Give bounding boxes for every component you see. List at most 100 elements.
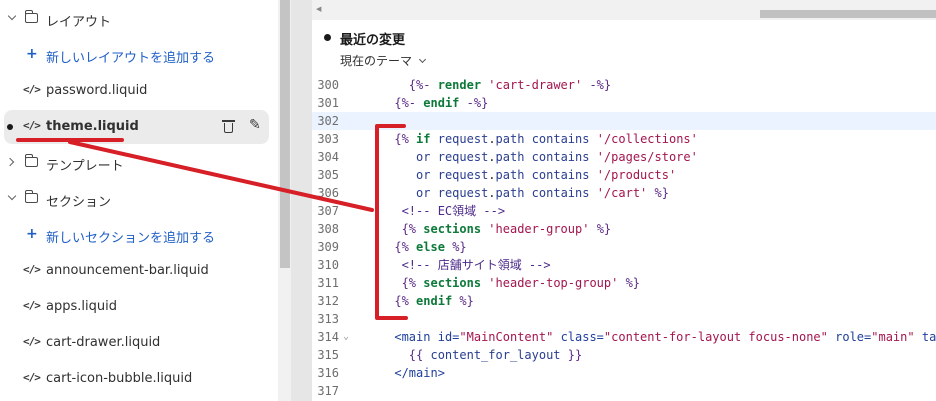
code-text: <!-- 店舗サイト領域 --> bbox=[351, 256, 551, 274]
file-cart-icon-bubble-liquid[interactable]: </> cart-icon-bubble.liquid bbox=[0, 362, 270, 396]
code-text: {% if request.path contains '/collection… bbox=[351, 130, 698, 148]
code-line[interactable]: 314 ⌄ <main id="MainContent" class="conte… bbox=[312, 328, 936, 346]
code-line[interactable]: 316 </main> bbox=[312, 364, 936, 382]
code-line[interactable]: 302 bbox=[312, 112, 936, 130]
code-text: or request.path contains '/pages/store' bbox=[351, 148, 698, 166]
unsaved-change-dot bbox=[7, 124, 13, 130]
scroll-left-arrow-icon[interactable]: ◀ bbox=[316, 5, 321, 13]
file-cart-drawer-liquid[interactable]: </> cart-drawer.liquid bbox=[0, 326, 270, 360]
panel-divider[interactable] bbox=[291, 0, 312, 401]
code-line[interactable]: 313 bbox=[312, 310, 936, 328]
code-token: <!-- EC領域 --> bbox=[401, 204, 506, 218]
line-number: 304 bbox=[317, 150, 339, 164]
file-tree-sidebar: レイアウト + 新しいレイアウトを追加する </> password.liquid </>… bbox=[0, 0, 278, 401]
code-text: {% sections 'header-group' %} bbox=[351, 220, 612, 238]
line-number: 314 bbox=[317, 330, 339, 344]
line-number: 311 bbox=[317, 276, 339, 290]
tree-row-label: テンプレート bbox=[46, 159, 124, 174]
line-number: 300 bbox=[317, 78, 339, 92]
code-line[interactable]: 303 {% if request.path contains '/collec… bbox=[312, 130, 936, 148]
code-token: endif bbox=[416, 294, 453, 308]
line-number: 302 bbox=[317, 114, 339, 128]
add-row-6[interactable]: + 新しいセクションを追加する bbox=[0, 218, 270, 252]
code-line[interactable]: 311 {% sections 'header-top-group' %} bbox=[312, 274, 936, 292]
pencil-icon[interactable]: ✎ bbox=[249, 117, 261, 133]
line-number: 307 bbox=[317, 204, 339, 218]
plus-icon: + bbox=[26, 226, 38, 242]
file-password-liquid[interactable]: </> password.liquid bbox=[0, 74, 270, 108]
code-token: content_for_layout bbox=[430, 348, 561, 362]
code-token: id= bbox=[437, 330, 460, 344]
code-line[interactable]: 301 {%- endif -%} bbox=[312, 94, 936, 112]
code-token: "MainContent" bbox=[459, 330, 554, 344]
code-token: path bbox=[495, 168, 525, 182]
code-token: or bbox=[416, 186, 431, 200]
code-text: </main> bbox=[351, 364, 445, 382]
code-token: path bbox=[495, 186, 525, 200]
horizontal-scrollbar[interactable]: ◀ bbox=[312, 0, 936, 20]
chevron-down-icon[interactable] bbox=[7, 11, 17, 21]
add-row-1[interactable]: + 新しいレイアウトを追加する bbox=[0, 38, 270, 72]
chevron-right-icon[interactable] bbox=[5, 157, 15, 167]
tree-row-label: theme.liquid bbox=[46, 119, 139, 134]
code-line[interactable]: 305 or request.path contains '/products' bbox=[312, 166, 936, 184]
code-token: contains bbox=[531, 150, 590, 164]
code-line[interactable]: 315 {{ content_for_layout }} bbox=[312, 346, 936, 364]
code-token: request bbox=[437, 186, 489, 200]
code-token: 'cart-drawer' bbox=[488, 78, 583, 92]
code-token: request bbox=[437, 168, 489, 182]
code-line[interactable]: 309 {% else %} bbox=[312, 238, 936, 256]
code-token: {% bbox=[401, 276, 424, 290]
code-line[interactable]: 310 <!-- 店舗サイト領域 --> bbox=[312, 256, 936, 274]
theme-version-select[interactable]: 現在のテーマ bbox=[340, 52, 427, 69]
code-line[interactable]: 304 or request.path contains '/pages/sto… bbox=[312, 148, 936, 166]
folder-row-5[interactable]: セクション bbox=[0, 182, 270, 216]
file-announcement-bar-liquid[interactable]: </> announcement-bar.liquid bbox=[0, 254, 270, 288]
folder-row-4[interactable]: テンプレート bbox=[0, 146, 270, 180]
sidebar-scrollbar-thumb[interactable] bbox=[280, 0, 290, 268]
code-token: 'header-group' bbox=[488, 222, 590, 236]
code-line[interactable]: 307 <!-- EC領域 --> bbox=[312, 202, 936, 220]
tree-row-label: announcement-bar.liquid bbox=[46, 263, 209, 278]
chevron-down-icon[interactable] bbox=[7, 191, 17, 201]
recent-changes-dot-icon bbox=[324, 34, 331, 41]
code-token: role= bbox=[835, 330, 872, 344]
code-line[interactable]: 300 {%- render 'cart-drawer' -%} bbox=[312, 76, 936, 94]
line-number: 315 bbox=[317, 348, 339, 362]
fold-chevron-icon[interactable]: ⌄ bbox=[343, 328, 349, 346]
code-line[interactable]: 317 bbox=[312, 382, 936, 400]
tree-row-label: password.liquid bbox=[46, 83, 148, 98]
folder-row-0[interactable]: レイアウト bbox=[0, 2, 270, 36]
file-theme-liquid[interactable]: </> theme.liquid ✎ bbox=[4, 110, 269, 144]
code-line[interactable]: 306 or request.path contains '/cart' %} bbox=[312, 184, 936, 202]
code-token: {% bbox=[394, 240, 417, 254]
code-text: {{ content_for_layout }} bbox=[351, 346, 582, 364]
horizontal-scrollbar-thumb[interactable] bbox=[760, 10, 936, 18]
code-line[interactable]: 308 {% sections 'header-group' %} bbox=[312, 220, 936, 238]
trash-icon[interactable] bbox=[222, 119, 235, 133]
code-line[interactable]: 312 {% endif %} bbox=[312, 292, 936, 310]
code-token: sections bbox=[423, 222, 482, 236]
code-token: -%} bbox=[589, 78, 612, 92]
code-area[interactable]: 300 {%- render 'cart-drawer' -%} 301 {%- … bbox=[312, 76, 936, 401]
file-apps-liquid[interactable]: </> apps.liquid bbox=[0, 290, 270, 324]
code-token: -%} bbox=[466, 96, 489, 110]
tree-row-label: apps.liquid bbox=[46, 299, 117, 314]
